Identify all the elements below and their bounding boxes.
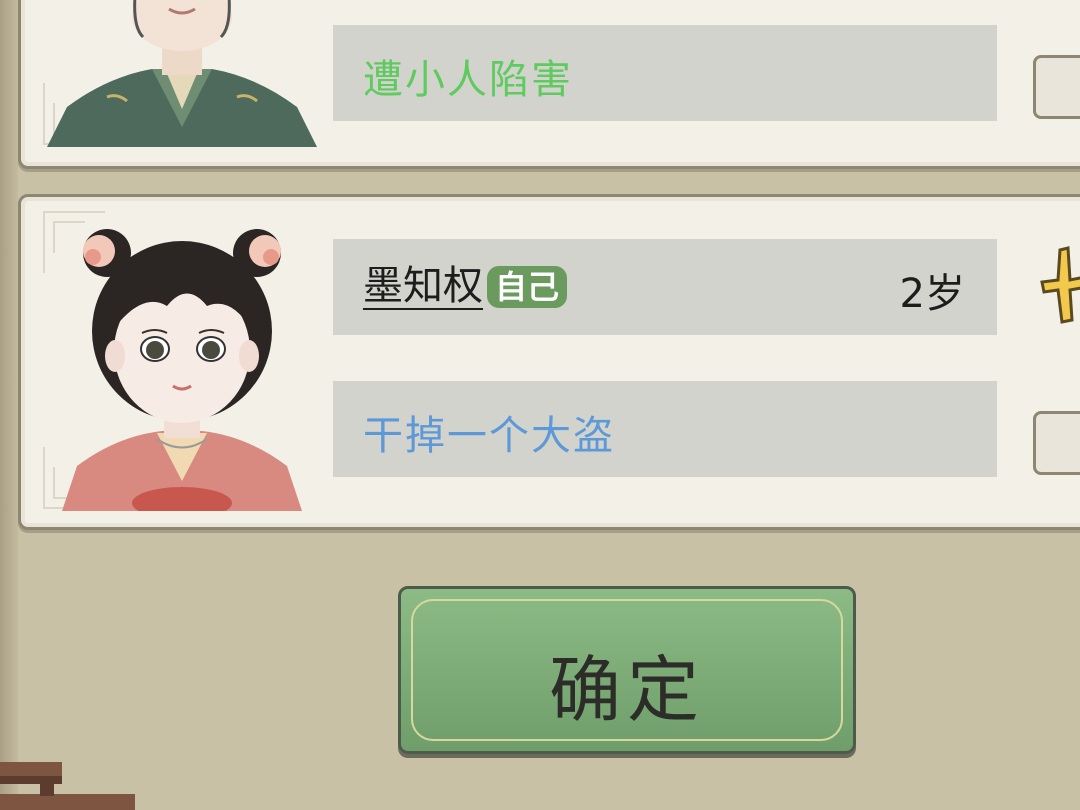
left-frame-rail	[0, 0, 18, 810]
card-2-action-button[interactable]	[1033, 411, 1080, 475]
confirm-button-label: 确定	[548, 648, 705, 732]
goal-text: 干掉一个大盗	[363, 413, 615, 459]
character-card-1: 遭小人陷害	[18, 0, 1080, 169]
character-age: 2岁	[899, 271, 965, 317]
character-name-link[interactable]: 墨知权	[363, 264, 483, 310]
confirm-button[interactable]: 确定	[398, 586, 856, 754]
character-card-2: 墨知权 自己 2岁 干掉一个大盗	[18, 194, 1080, 530]
goal-bar: 遭小人陷害	[333, 25, 997, 121]
goal-text: 遭小人陷害	[363, 57, 573, 103]
goal-bar: 干掉一个大盗	[333, 381, 997, 477]
floor-decoration	[0, 762, 135, 810]
name-row: 墨知权 自己	[363, 257, 568, 317]
child-portrait-avatar	[62, 229, 302, 511]
self-badge: 自己	[487, 266, 568, 308]
name-bar: 墨知权 自己 2岁	[333, 239, 997, 335]
card-1-action-button[interactable]	[1033, 55, 1080, 119]
gold-seal-icon	[1040, 246, 1080, 324]
elder-portrait-avatar	[47, 0, 317, 147]
